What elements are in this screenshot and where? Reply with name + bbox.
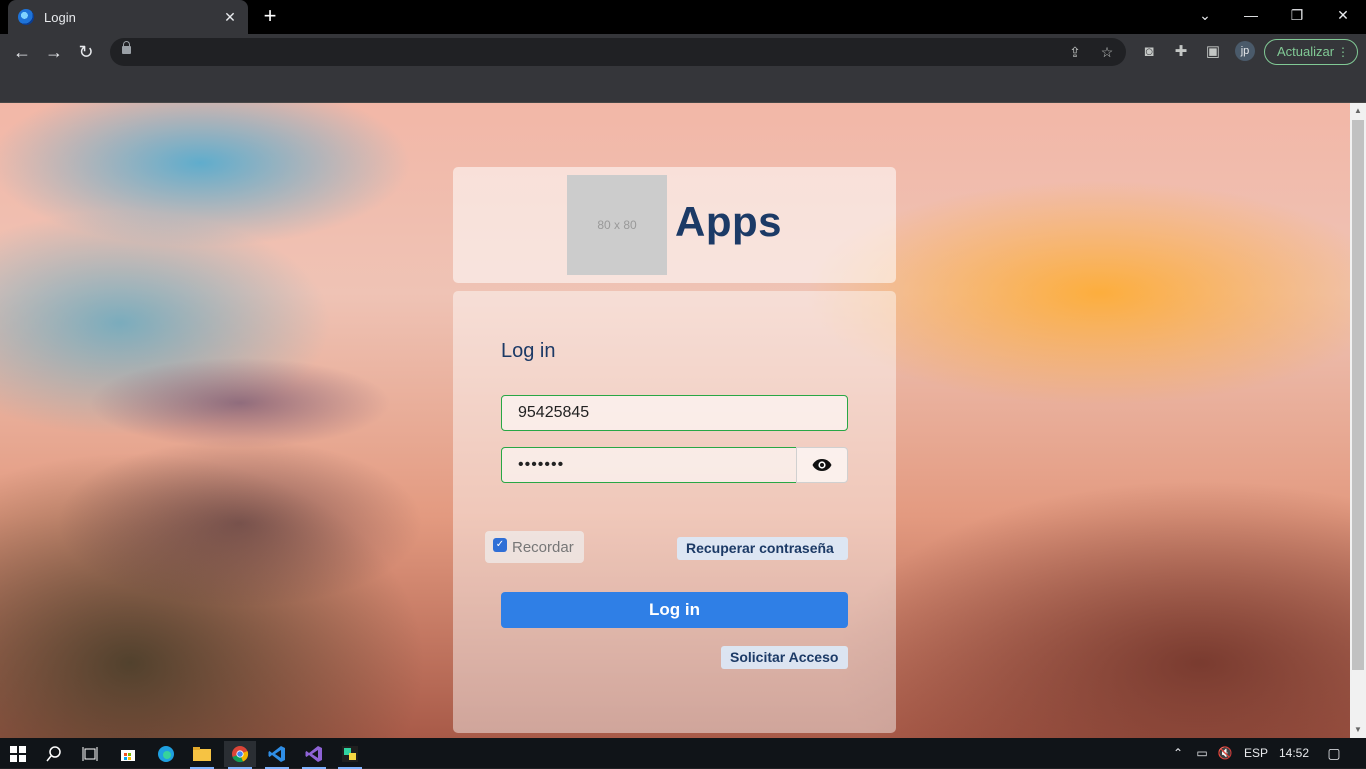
chrome-icon[interactable] <box>224 741 256 769</box>
remember-label: Recordar <box>512 538 574 556</box>
profile-avatar[interactable]: jp <box>1235 41 1255 61</box>
eye-icon <box>812 459 832 471</box>
show-hidden-icons[interactable]: ⌃ <box>1170 738 1186 768</box>
visual-studio-icon[interactable] <box>298 741 330 769</box>
clock[interactable]: 14:52 <box>1278 738 1310 768</box>
check-icon: ✓ <box>493 538 507 552</box>
share-icon[interactable]: ⇪ <box>1066 43 1084 61</box>
network-icon[interactable]: ▭ <box>1193 738 1211 768</box>
taskbar: ⌃ ▭ 🔇 ESP 14:52 ▢ <box>0 738 1366 769</box>
minimize-icon[interactable]: — <box>1228 0 1274 30</box>
username-field[interactable]: 95425845 <box>501 395 848 431</box>
volume-muted-icon[interactable]: 🔇 <box>1216 738 1234 768</box>
tab-strip: Login ✕ + ⌄ — ❐ ✕ <box>0 0 1366 34</box>
recover-password-link[interactable]: Recuperar contraseña <box>677 537 848 560</box>
file-explorer-icon[interactable] <box>186 741 218 769</box>
browser-tab[interactable]: Login ✕ <box>8 0 248 34</box>
back-icon[interactable]: ← <box>10 40 34 64</box>
password-field[interactable]: ••••••• <box>501 447 797 483</box>
address-bar[interactable]: ⇪ ☆ <box>110 38 1126 66</box>
browser-toolbar: ← → ↻ ⇪ ☆ ◙ ✚ ▣ <box>0 34 1366 70</box>
scroll-up-icon[interactable]: ▲ <box>1354 107 1362 115</box>
python-app-icon[interactable] <box>334 741 366 769</box>
more-icon: ⋮ <box>1337 45 1349 59</box>
app-title: Apps <box>675 198 782 245</box>
show-password-button[interactable] <box>796 447 848 483</box>
vscode-icon[interactable] <box>261 741 293 769</box>
language-indicator[interactable]: ESP <box>1244 738 1268 768</box>
tab-title: Login <box>44 9 76 25</box>
logo-placeholder: 80 x 80 <box>567 175 667 275</box>
window-close-icon[interactable]: ✕ <box>1320 0 1366 30</box>
favicon-icon <box>18 9 34 25</box>
close-icon[interactable]: ✕ <box>222 9 238 26</box>
remember-checkbox[interactable]: ✓ Recordar <box>485 531 584 563</box>
forward-icon[interactable]: → <box>42 40 66 64</box>
request-access-link[interactable]: Solicitar Acceso <box>721 646 848 669</box>
restore-icon[interactable]: ❐ <box>1274 0 1320 30</box>
edge-icon[interactable] <box>150 741 182 767</box>
bookmark-star-icon[interactable]: ☆ <box>1098 43 1116 61</box>
login-button[interactable]: Log in <box>501 592 848 628</box>
camera-icon[interactable]: ◙ <box>1138 41 1160 63</box>
reload-icon[interactable]: ↻ <box>74 40 98 64</box>
login-heading: Log in <box>501 340 556 362</box>
update-label: Actualizar <box>1277 44 1335 59</box>
tab-search-icon[interactable]: ⌄ <box>1182 0 1228 30</box>
new-tab-button[interactable]: + <box>258 5 282 29</box>
update-button[interactable]: Actualizar ⋮ <box>1264 39 1358 65</box>
scrollbar-thumb[interactable] <box>1352 120 1364 670</box>
search-icon[interactable] <box>38 741 70 767</box>
start-icon[interactable] <box>2 741 34 767</box>
store-icon[interactable] <box>112 741 144 767</box>
notifications-icon[interactable]: ▢ <box>1324 738 1344 768</box>
extensions-icon[interactable]: ✚ <box>1170 41 1192 63</box>
side-panel-icon[interactable]: ▣ <box>1202 41 1224 63</box>
bookmarks-bar <box>0 70 1366 103</box>
task-view-icon[interactable] <box>74 741 106 767</box>
scroll-down-icon[interactable]: ▼ <box>1354 726 1362 734</box>
lock-icon <box>122 41 131 54</box>
